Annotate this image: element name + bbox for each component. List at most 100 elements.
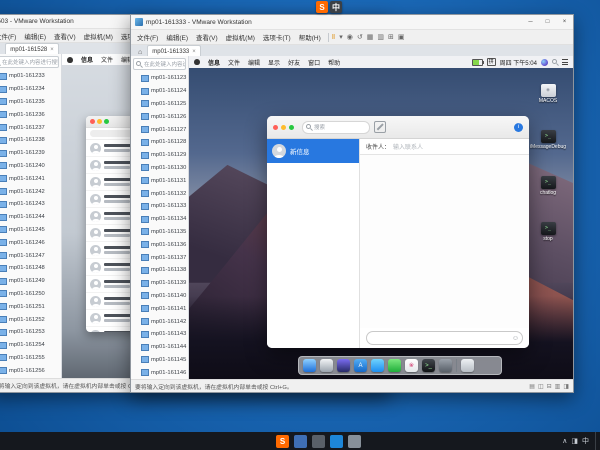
vm-list-item[interactable]: mp01-161124 [131, 85, 188, 98]
menu-item[interactable]: 文件(F) [133, 32, 162, 42]
vm-list-item[interactable]: mp01-161146 [131, 366, 188, 379]
facetime-icon[interactable] [388, 359, 401, 372]
emoji-icon[interactable]: ☺ [512, 335, 519, 342]
vm-list-item[interactable]: mp01-161130 [131, 162, 188, 175]
vm-list-item[interactable]: mp01-161256 [0, 364, 61, 377]
launchpad-icon[interactable] [320, 359, 333, 372]
vm-list-item[interactable]: mp01-161245 [0, 224, 61, 237]
snapshot-revert-icon[interactable]: ↺ [357, 34, 363, 41]
network-icon[interactable]: ⊟ [547, 383, 552, 390]
taskbar-app-icon-1[interactable] [294, 435, 307, 448]
vm-list-item[interactable]: mp01-161136 [131, 238, 188, 251]
library-search-input[interactable]: 在此处键入内容进行搜索 [0, 56, 59, 68]
stop-terminal-icon[interactable]: >_ stop [526, 222, 570, 242]
apple-icon[interactable] [194, 59, 200, 65]
ime-mode-icon[interactable]: 中 [330, 1, 342, 13]
vm-list-item[interactable]: mp01-161244 [0, 211, 61, 224]
vm-list-item[interactable]: mp01-161234 [0, 83, 61, 96]
close-button[interactable]: × [556, 19, 573, 25]
vm-list-item[interactable]: mp01-161246 [0, 236, 61, 249]
macos-menu-item[interactable]: 信息 [204, 58, 224, 67]
macos-menu-item[interactable]: 好友 [284, 58, 304, 67]
vm-list-item[interactable]: mp01-161235 [0, 96, 61, 109]
menu-item[interactable]: 编辑(E) [162, 32, 192, 42]
minimize-button[interactable]: ─ [522, 19, 539, 25]
ime-toolbar[interactable]: S 中 [316, 1, 342, 13]
vm-list-item[interactable]: mp01-161254 [0, 339, 61, 352]
vm-list-item[interactable]: mp01-161128 [131, 136, 188, 149]
compose-icon[interactable] [374, 121, 386, 133]
taskbar[interactable]: S ∧◨中 [0, 432, 600, 450]
sogou-icon[interactable]: S [316, 1, 328, 13]
input-source-icon[interactable]: 拼 [487, 58, 496, 66]
library-search-input[interactable]: 在此处键入内容进行搜索 [133, 58, 186, 70]
cdrom-icon[interactable]: ◫ [538, 383, 544, 390]
vm-list-item[interactable]: mp01-161125 [131, 98, 188, 111]
vm-list-item[interactable]: mp01-161243 [0, 198, 61, 211]
vm-list-item[interactable]: mp01-161252 [0, 313, 61, 326]
zoom-traffic-icon[interactable] [289, 125, 294, 130]
show-desktop-button[interactable] [595, 432, 600, 450]
sound-icon[interactable]: ◨ [563, 383, 569, 390]
messages-search-input[interactable]: 搜索 [302, 121, 370, 134]
menu-item[interactable]: 文件(F) [0, 31, 20, 41]
suspend-icon[interactable]: Ⅱ [332, 34, 335, 41]
spotlight-icon[interactable] [552, 59, 558, 65]
menu-item[interactable]: 帮助(H) [295, 32, 325, 42]
snapshot-take-icon[interactable]: ◉ [347, 34, 353, 41]
terminal-dock-icon[interactable]: >_ [422, 359, 435, 372]
macos-menu-item[interactable]: 窗口 [304, 58, 324, 67]
tray-display-icon[interactable]: ◨ [571, 438, 578, 445]
vmware-window-front[interactable]: mp01-161333 - VMware Workstation ─ □ × 文… [130, 14, 574, 393]
close-tab-icon[interactable]: × [50, 47, 54, 53]
finder-icon[interactable] [303, 359, 316, 372]
apple-icon[interactable] [67, 57, 73, 63]
vm-list-item[interactable]: mp01-161127 [131, 123, 188, 136]
vm-list-item[interactable]: mp01-161126 [131, 110, 188, 123]
siri-icon[interactable] [337, 359, 350, 372]
sogou-taskbar-icon[interactable]: S [276, 435, 289, 448]
trash-icon[interactable] [461, 359, 474, 372]
vm-list-item[interactable]: mp01-161123 [131, 72, 188, 85]
taskbar-app-icon-2[interactable] [312, 435, 325, 448]
vm-list-item[interactable]: mp01-161247 [0, 249, 61, 262]
titlebar[interactable]: mp01-161333 - VMware Workstation ─ □ × [131, 15, 573, 30]
vm-list-item[interactable]: mp01-161242 [0, 185, 61, 198]
vm-list-item[interactable]: mp01-161131 [131, 174, 188, 187]
imessagedebug-terminal-icon[interactable]: >_ iMessageDebug [526, 130, 570, 150]
notification-center-icon[interactable] [562, 59, 568, 65]
vm-list-item[interactable]: mp01-161140 [131, 290, 188, 303]
chatlog-terminal-icon[interactable]: >_ chatlog [526, 176, 570, 196]
messages-icon[interactable] [371, 359, 384, 372]
vm-list-item[interactable]: mp01-161143 [131, 328, 188, 341]
vm-list-item[interactable]: mp01-161233 [0, 70, 61, 83]
hdd-icon[interactable]: ▤ [529, 383, 535, 390]
dropdown-icon[interactable]: ▾ [339, 34, 343, 41]
vm-list-item[interactable]: mp01-161144 [131, 341, 188, 354]
vm-list-item[interactable]: mp01-161239 [0, 147, 61, 160]
vm-list-item[interactable]: mp01-161238 [0, 134, 61, 147]
taskbar-app-icon-3[interactable] [330, 435, 343, 448]
system-prefs-icon[interactable] [439, 359, 452, 372]
macos-disk-icon[interactable]: ◉ MACOS [526, 84, 570, 104]
macos-menu-item[interactable]: 信息 [77, 55, 97, 64]
vm-list-item[interactable]: mp01-161250 [0, 288, 61, 301]
console-view-icon[interactable]: ▥ [377, 34, 384, 41]
menu-item[interactable]: 虚拟机(M) [80, 31, 117, 41]
menubar-clock[interactable]: 周四 下午5:04 [500, 58, 537, 67]
vm-list-item[interactable]: mp01-161145 [131, 354, 188, 367]
photos-icon[interactable]: ❀ [405, 359, 418, 372]
vm-list-item[interactable]: mp01-161139 [131, 277, 188, 290]
vm-list-item[interactable]: mp01-161255 [0, 352, 61, 365]
snapshot-manager-icon[interactable]: ▦ [367, 34, 374, 41]
menu-item[interactable]: 查看(V) [50, 31, 80, 41]
vm-list-item[interactable]: mp01-161249 [0, 275, 61, 288]
close-traffic-icon[interactable] [90, 119, 95, 124]
usb-icon[interactable]: ▥ [555, 383, 561, 390]
zoom-traffic-icon[interactable] [104, 119, 109, 124]
vm-list-item[interactable]: mp01-161135 [131, 226, 188, 239]
macos-menu-item[interactable]: 帮助 [324, 58, 344, 67]
vm-list-item[interactable]: mp01-161236 [0, 108, 61, 121]
vm-list-item[interactable]: mp01-161138 [131, 264, 188, 277]
to-field[interactable]: 收件人： 输入联系人 [360, 139, 529, 155]
